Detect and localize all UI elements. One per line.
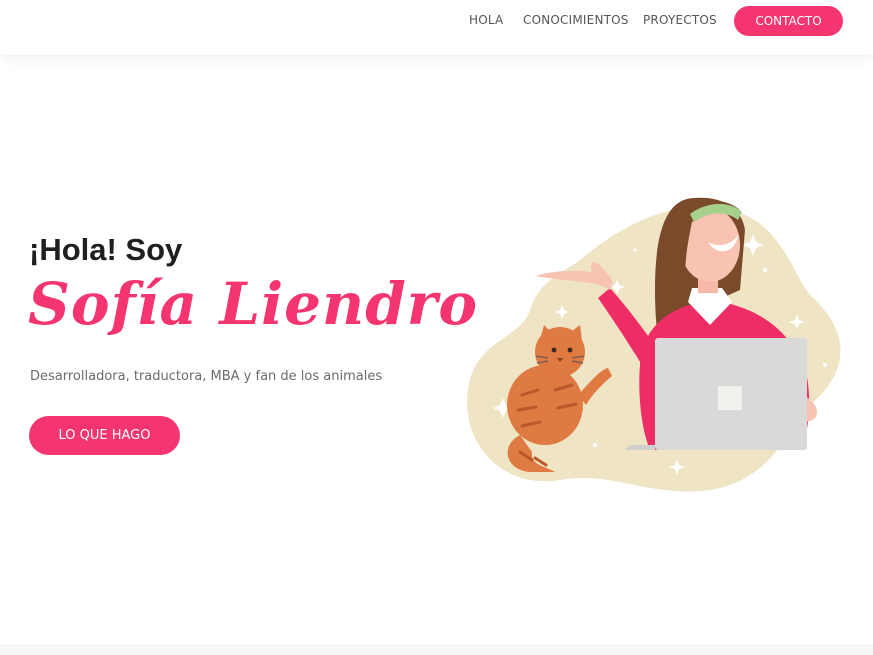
nav-item-proyectos[interactable]: PROYECTOS [643,13,717,27]
nav-item-conocimientos[interactable]: CONOCIMIENTOS [523,13,629,27]
contact-button[interactable]: CONTACTO [734,6,843,36]
hero-name: Sofía Liendro [28,270,479,338]
nav-item-hola[interactable]: HOLA [469,13,503,27]
hero-tagline: Desarrolladora, traductora, MBA y fan de… [30,369,383,384]
next-section-edge [0,644,873,655]
hero-greeting: ¡Hola! Soy [29,232,183,267]
what-i-do-button[interactable]: LO QUE HAGO [29,416,180,455]
navbar: HOLA CONOCIMIENTOS PROYECTOS CONTACTO [0,0,873,55]
hero-illustration [466,197,841,492]
nav-menu: HOLA CONOCIMIENTOS PROYECTOS CONTACTO [0,0,873,42]
